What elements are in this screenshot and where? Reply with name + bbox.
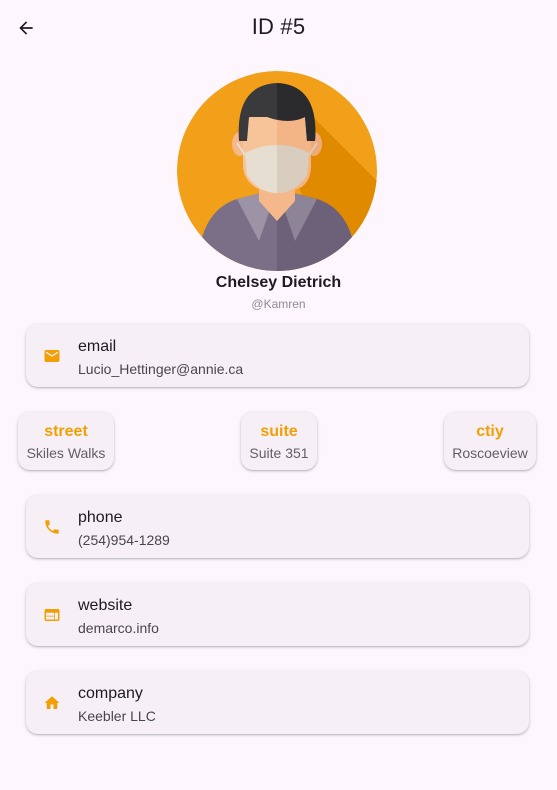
suite-value: Suite 351: [249, 445, 309, 461]
phone-icon: [42, 517, 62, 537]
company-card[interactable]: company Keebler LLC: [26, 671, 529, 734]
phone-label: phone: [78, 509, 123, 526]
user-handle: @Kamren: [251, 297, 306, 311]
suite-chip[interactable]: suite Suite 351: [241, 412, 317, 470]
street-label: street: [44, 423, 88, 440]
company-label: company: [78, 685, 143, 702]
phone-card[interactable]: phone (254)954-1289: [26, 495, 529, 558]
email-card[interactable]: email Lucio_Hettinger@annie.ca: [26, 324, 529, 387]
email-label: email: [78, 338, 117, 355]
phone-value: (254)954-1289: [78, 532, 170, 548]
website-value: demarco.info: [78, 620, 159, 636]
company-value: Keebler LLC: [78, 708, 156, 724]
user-name: Chelsey Dietrich: [215, 274, 342, 291]
mail-icon: [42, 346, 62, 366]
suite-label: suite: [260, 423, 298, 440]
street-value: Skiles Walks: [26, 445, 106, 461]
city-label: ctiy: [476, 423, 504, 440]
user-avatar-mask-icon: [177, 71, 377, 271]
city-value: Roscoeview: [452, 445, 528, 461]
page-title: ID #5: [251, 14, 306, 39]
street-chip[interactable]: street Skiles Walks: [18, 412, 114, 470]
web-icon: [42, 605, 62, 625]
email-value: Lucio_Hettinger@annie.ca: [78, 361, 244, 377]
app-bar: ID #5: [0, 0, 557, 56]
website-label: website: [78, 597, 133, 614]
avatar: [177, 71, 377, 271]
website-card[interactable]: website demarco.info: [26, 583, 529, 646]
city-chip[interactable]: ctiy Roscoeview: [444, 412, 536, 470]
home-icon: [42, 693, 62, 713]
